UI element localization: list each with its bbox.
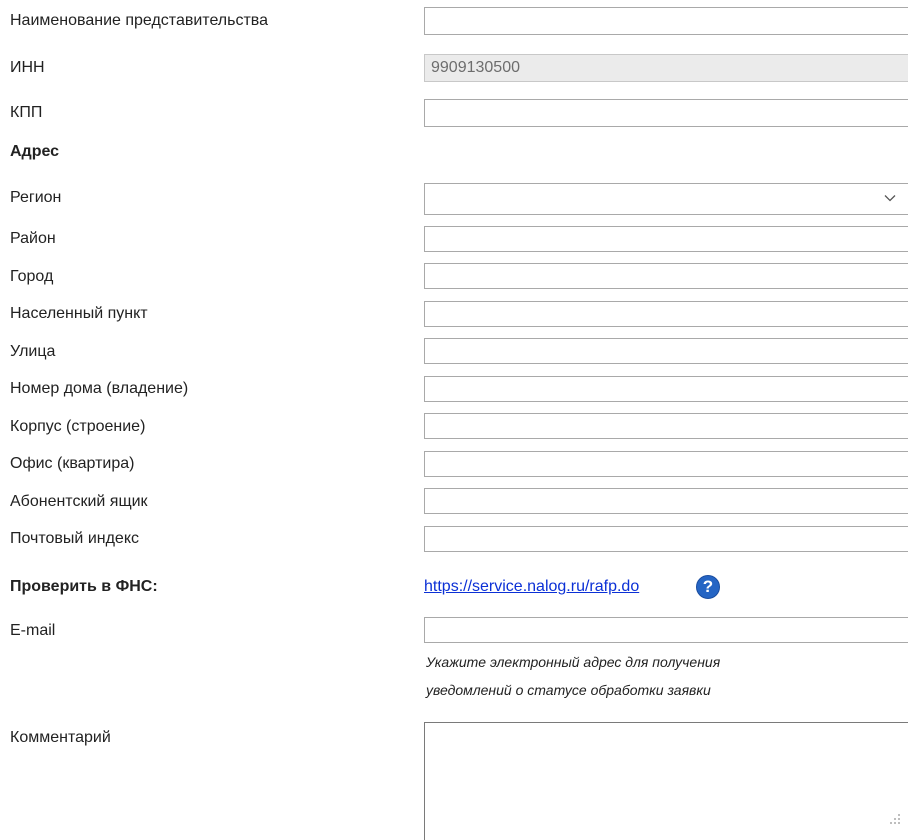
region-select[interactable] bbox=[424, 183, 908, 215]
district-label: Район bbox=[10, 230, 56, 247]
house-input[interactable] bbox=[424, 376, 908, 402]
question-circle-icon[interactable]: ? bbox=[696, 575, 720, 599]
address-heading: Адрес bbox=[10, 143, 60, 160]
name-input[interactable] bbox=[424, 7, 908, 35]
kpp-label: КПП bbox=[10, 104, 43, 121]
comment-textarea[interactable] bbox=[424, 722, 908, 840]
po-box-input[interactable] bbox=[424, 488, 908, 514]
fns-check-label: Проверить в ФНС: bbox=[10, 578, 158, 595]
region-label: Регион bbox=[10, 189, 62, 206]
locality-label: Населенный пункт bbox=[10, 305, 148, 322]
po-box-label: Абонентский ящик bbox=[10, 493, 148, 510]
fns-check-link[interactable]: https://service.nalog.ru/rafp.do bbox=[424, 577, 639, 597]
postcode-input[interactable] bbox=[424, 526, 908, 552]
name-label: Наименование представительства bbox=[10, 12, 269, 29]
street-input[interactable] bbox=[424, 338, 908, 364]
email-label: E-mail bbox=[10, 622, 56, 639]
district-input[interactable] bbox=[424, 226, 908, 252]
postcode-label: Почтовый индекс bbox=[10, 530, 139, 547]
building-input[interactable] bbox=[424, 413, 908, 439]
house-label: Номер дома (владение) bbox=[10, 380, 189, 397]
representative-form: Наименование представительства ИНН КПП А… bbox=[0, 0, 908, 840]
city-label: Город bbox=[10, 268, 54, 285]
chevron-down-icon bbox=[884, 195, 896, 202]
kpp-input[interactable] bbox=[424, 99, 908, 127]
office-label: Офис (квартира) bbox=[10, 455, 135, 472]
email-input[interactable] bbox=[424, 617, 908, 643]
inn-label: ИНН bbox=[10, 59, 45, 76]
inn-input bbox=[424, 54, 908, 82]
resize-grip-icon[interactable] bbox=[888, 812, 902, 826]
city-input[interactable] bbox=[424, 263, 908, 289]
locality-input[interactable] bbox=[424, 301, 908, 327]
street-label: Улица bbox=[10, 343, 56, 360]
office-input[interactable] bbox=[424, 451, 908, 477]
building-label: Корпус (строение) bbox=[10, 418, 146, 435]
email-hint-line-1: Укажите электронный адрес для получения bbox=[426, 654, 721, 670]
email-hint-line-2: уведомлений о статусе обработки заявки bbox=[426, 682, 711, 698]
comment-label: Комментарий bbox=[10, 729, 111, 746]
